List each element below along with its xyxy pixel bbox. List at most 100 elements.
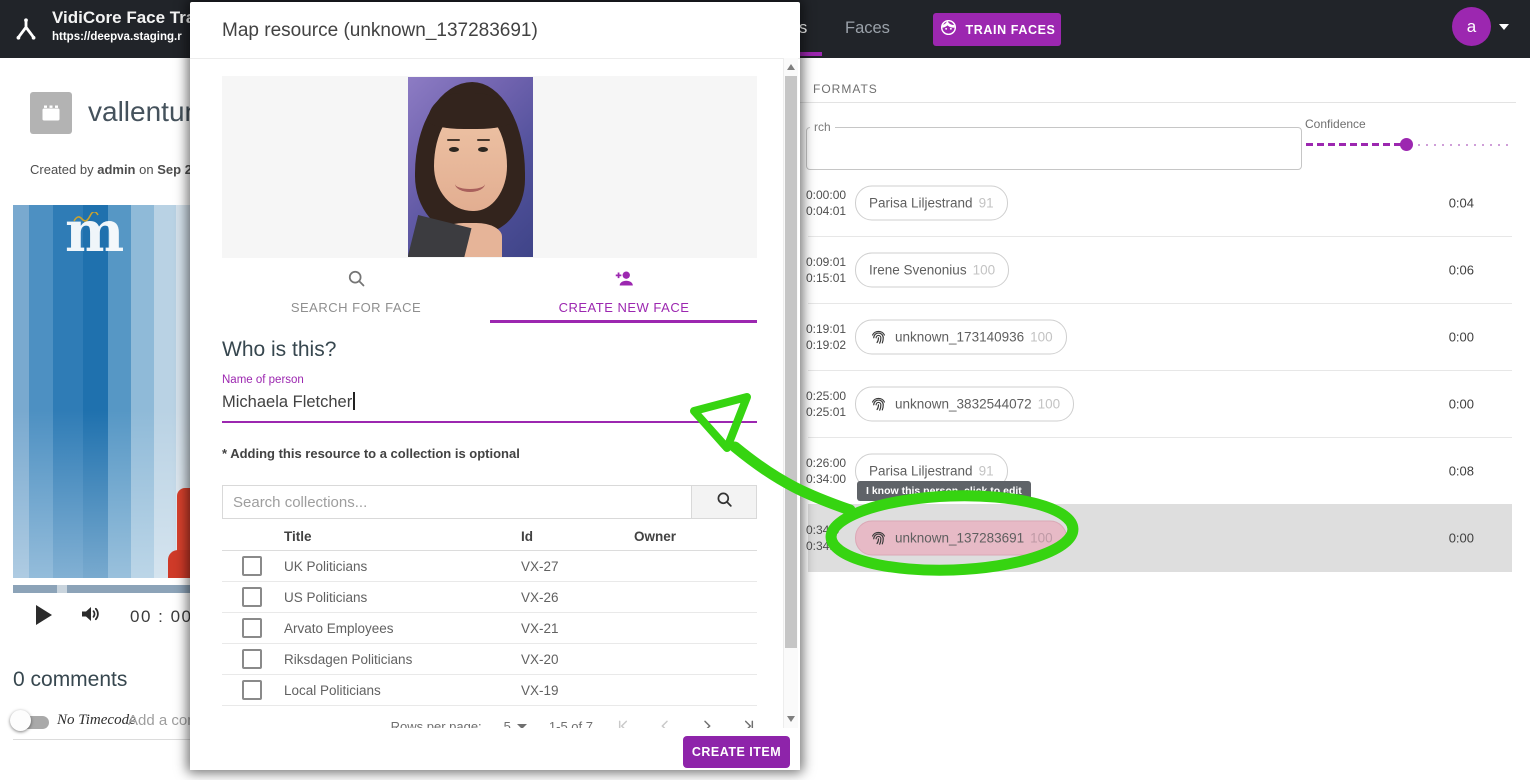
segment-duration: 0:04 xyxy=(1448,195,1474,211)
face-chip[interactable]: unknown_137283691 100 xyxy=(855,520,1067,556)
segment-end-time: 0:34:0 xyxy=(806,539,840,553)
segment-start-time: 0:00:00 xyxy=(806,188,847,202)
segment-times: 0:25:00 0:25:01 xyxy=(806,388,846,420)
segment-times: 0:00:00 0:04:01 xyxy=(806,187,846,219)
formats-search-input[interactable] xyxy=(806,127,1302,170)
timecode-toggle-knob[interactable] xyxy=(10,710,31,731)
collections-table: Title Id Owner UK Politicians VX-27 US P… xyxy=(222,522,757,706)
divider xyxy=(800,102,1516,103)
play-button[interactable] xyxy=(36,605,52,625)
collection-id: VX-26 xyxy=(521,589,559,605)
collection-row[interactable]: Local Politicians VX-19 xyxy=(222,675,757,706)
person-add-icon xyxy=(613,268,636,294)
map-resource-dialog: Map resource (unknown_137283691) SEARCH … xyxy=(190,2,800,770)
face-chip[interactable]: Irene Svenonius 100 xyxy=(855,252,1010,288)
name-input-underline xyxy=(222,421,757,423)
row-checkbox[interactable] xyxy=(242,556,262,576)
avatar-caret-icon[interactable] xyxy=(1499,24,1509,30)
segment-duration: 0:06 xyxy=(1448,262,1474,278)
tab-active-underline xyxy=(797,52,822,56)
collection-row[interactable]: US Politicians VX-26 xyxy=(222,582,757,613)
face-detection-row[interactable]: 0:25:00 0:25:01 unknown_3832544072 100 0… xyxy=(806,371,1512,438)
collection-search xyxy=(222,485,757,519)
face-name: Parisa Liljestrand xyxy=(869,463,973,479)
collection-id: VX-19 xyxy=(521,682,559,698)
divider xyxy=(13,739,190,740)
tab-create-new-face[interactable]: CREATE NEW FACE xyxy=(490,260,758,322)
scroll-up-icon[interactable] xyxy=(787,64,795,70)
modal-scrollbar[interactable] xyxy=(783,58,798,728)
confidence-label: Confidence xyxy=(1305,117,1366,131)
scroll-down-icon[interactable] xyxy=(787,716,795,722)
confidence-slider-track[interactable] xyxy=(1306,143,1402,146)
collection-search-button[interactable] xyxy=(691,486,756,518)
created-by-user: admin xyxy=(97,162,136,177)
create-item-button[interactable]: CREATE ITEM xyxy=(683,736,790,768)
text-cursor xyxy=(353,392,355,410)
video-red-figure xyxy=(168,550,190,578)
segment-start-time: 0:26:00 xyxy=(806,456,847,470)
confidence-score: 100 xyxy=(1030,329,1053,345)
face-detection-row[interactable]: 0:19:01 0:19:02 unknown_173140936 100 0:… xyxy=(806,304,1512,371)
collection-row[interactable]: Riksdagen Politicians VX-20 xyxy=(222,644,757,675)
scrollbar-thumb[interactable] xyxy=(785,76,797,648)
collection-title: Riksdagen Politicians xyxy=(284,651,413,667)
confidence-slider-track-remainder[interactable] xyxy=(1418,144,1512,146)
face-name: Irene Svenonius xyxy=(869,262,967,278)
segment-times: 0:26:00 0:34:00 xyxy=(806,455,846,487)
face-chip[interactable]: unknown_173140936 100 xyxy=(855,319,1067,355)
tab-search-for-face[interactable]: SEARCH FOR FACE xyxy=(222,260,490,322)
row-checkbox[interactable] xyxy=(242,587,262,607)
timecode-toggle-label: No Timecode xyxy=(57,712,136,728)
screen: VidiCore Face Trai https://deepva.stagin… xyxy=(0,0,1530,780)
collection-row[interactable]: UK Politicians VX-27 xyxy=(222,551,757,582)
face-chip[interactable]: unknown_3832544072 100 xyxy=(855,386,1075,422)
face-name: unknown_3832544072 xyxy=(895,396,1032,412)
collection-optional-note: * Adding this resource to a collection i… xyxy=(222,446,520,461)
confidence-slider-thumb[interactable] xyxy=(1400,138,1413,151)
asset-type-icon xyxy=(30,92,72,134)
app-url: https://deepva.staging.r xyxy=(52,31,182,43)
row-checkbox[interactable] xyxy=(242,649,262,669)
segment-start-time: 0:09:01 xyxy=(806,255,847,269)
volume-icon[interactable] xyxy=(78,602,102,631)
video-player[interactable]: m xyxy=(13,205,190,578)
face-icon xyxy=(939,18,958,42)
name-input[interactable]: Michaela Fletcher xyxy=(222,392,355,412)
comment-input[interactable]: Add a com xyxy=(128,712,200,729)
collection-title: UK Politicians xyxy=(284,558,368,574)
face-name: unknown_137283691 xyxy=(895,530,1025,546)
tab-active-partial[interactable]: s xyxy=(799,19,807,38)
face-detection-row[interactable]: 0:00:00 0:04:01 Parisa Liljestrand 91 0:… xyxy=(806,170,1512,237)
train-faces-button[interactable]: TRAIN FACES xyxy=(933,13,1061,46)
row-checkbox[interactable] xyxy=(242,680,262,700)
face-photo xyxy=(408,77,533,257)
segment-start-time: 0:25:00 xyxy=(806,389,847,403)
active-tab-underline xyxy=(490,320,757,323)
collections-table-header: Title Id Owner xyxy=(222,522,757,551)
train-faces-label: TRAIN FACES xyxy=(965,22,1056,37)
segment-times: 0:34:0 0:34:0 xyxy=(806,522,839,554)
collection-id: VX-20 xyxy=(521,651,559,667)
segment-start-time: 0:34:0 xyxy=(806,523,840,537)
face-detection-row[interactable]: 0:09:01 0:15:01 Irene Svenonius 100 0:06 xyxy=(806,237,1512,304)
segment-end-time: 0:25:01 xyxy=(806,405,847,419)
segment-end-time: 0:15:01 xyxy=(806,271,847,285)
segment-end-time: 0:19:02 xyxy=(806,338,847,352)
collection-id: VX-27 xyxy=(521,558,559,574)
confidence-score: 91 xyxy=(978,195,994,211)
segment-duration: 0:00 xyxy=(1448,329,1474,345)
name-of-person-label: Name of person xyxy=(222,374,304,386)
segment-times: 0:09:01 0:15:01 xyxy=(806,254,846,286)
avatar[interactable]: a xyxy=(1452,7,1491,46)
tab-faces[interactable]: Faces xyxy=(845,19,890,38)
collection-row[interactable]: Arvato Employees VX-21 xyxy=(222,613,757,644)
chip-tooltip: I know this person, click to edit xyxy=(857,481,1031,501)
row-checkbox[interactable] xyxy=(242,618,262,638)
confidence-score: 100 xyxy=(972,262,996,278)
face-chip[interactable]: Parisa Liljestrand 91 xyxy=(855,185,1008,221)
face-detection-row[interactable]: 0:34:0 0:34:0 unknown_137283691 100 0:00 xyxy=(806,504,1512,572)
collection-search-input[interactable] xyxy=(223,486,691,518)
video-progress-bar[interactable] xyxy=(13,585,190,593)
app-title: VidiCore Face Trai xyxy=(52,8,201,27)
